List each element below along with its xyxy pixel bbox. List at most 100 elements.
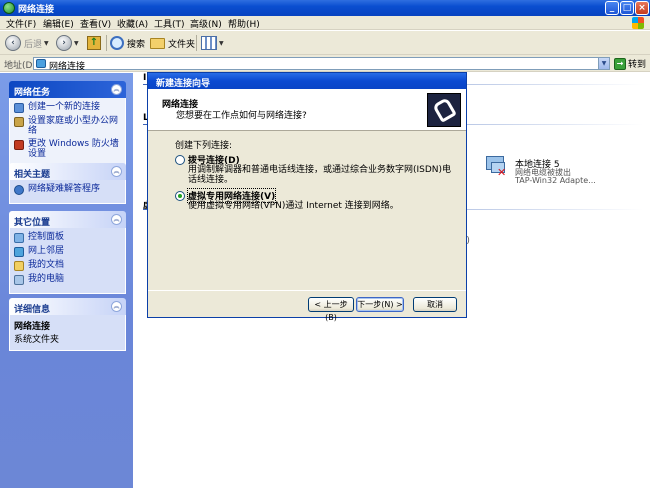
wizard-title-bar[interactable]: 新建连接向导	[148, 73, 466, 89]
new-connection-icon	[14, 103, 24, 113]
details-header[interactable]: 详细信息 ︽	[9, 298, 126, 315]
wizard-prompt: 创建下列连接:	[175, 141, 233, 151]
info-icon	[14, 185, 24, 195]
address-bar: 地址(D) 网络连接 ▼ → 转到	[0, 55, 650, 72]
place-my-documents-label: 我的文档	[28, 260, 65, 270]
forward-button[interactable]: › ▼	[56, 34, 79, 52]
task-pane: 网络任务 ︽ 创建一个新的连接 设置家庭或小型办公网络 更改 Windows 防…	[0, 73, 133, 488]
menu-favorites[interactable]: 收藏(A)	[117, 17, 148, 30]
menu-help[interactable]: 帮助(H)	[228, 17, 260, 30]
wizard-header: 网络连接 您想要在工作点如何与网络连接?	[148, 89, 466, 131]
other-places-panel: 其它位置 ︽ 控制面板 网上邻居 我的文档 我的电脑	[9, 211, 126, 294]
place-control-panel-label: 控制面板	[28, 232, 65, 242]
minimize-button[interactable]: _	[605, 1, 619, 15]
chevron-down-icon: ▼	[219, 39, 224, 47]
other-places-body: 控制面板 网上邻居 我的文档 我的电脑	[9, 228, 126, 294]
place-network-places-label: 网上邻居	[28, 246, 65, 256]
collapse-icon[interactable]: ︽	[111, 166, 122, 177]
place-network-places[interactable]: 网上邻居	[14, 246, 121, 257]
network-connections-icon	[3, 2, 15, 14]
wizard-title: 新建连接向导	[156, 79, 211, 89]
wizard-body: 创建下列连接: 拨号连接(D) 用调制解调器和普通电话线连接，或通过综合业务数字…	[148, 132, 466, 292]
forward-arrow-icon: ›	[56, 35, 72, 51]
menu-advanced[interactable]: 高级(N)	[190, 17, 222, 30]
network-places-icon	[14, 247, 24, 257]
collapse-icon[interactable]: ︽	[111, 84, 122, 95]
collapse-icon[interactable]: ︽	[111, 214, 122, 225]
search-icon	[110, 36, 124, 50]
folders-label: 文件夹	[168, 39, 196, 50]
toolbar-separator	[106, 35, 107, 51]
network-tasks-header[interactable]: 网络任务 ︽	[9, 81, 126, 98]
task-troubleshooter-label: 网络疑难解答程序	[28, 184, 101, 194]
task-firewall-label: 更改 Windows 防火墙设置	[28, 139, 119, 159]
collapse-icon[interactable]: ︽	[111, 301, 122, 312]
next-button[interactable]: 下一步(N) >	[356, 297, 404, 312]
up-arrow-icon: ↑	[87, 36, 101, 50]
my-documents-icon	[14, 261, 24, 271]
see-also-header[interactable]: 相关主题 ︽	[9, 163, 126, 180]
task-create-connection[interactable]: 创建一个新的连接	[14, 102, 121, 113]
network-tasks-title: 网络任务	[14, 88, 51, 98]
network-folder-icon	[36, 59, 46, 68]
network-tasks-panel: 网络任务 ︽ 创建一个新的连接 设置家庭或小型办公网络 更改 Windows 防…	[9, 81, 126, 168]
see-also-body: 网络疑难解答程序	[9, 180, 126, 204]
windows-logo-icon	[632, 17, 644, 29]
wizard-subheading: 您想要在工作点如何与网络连接?	[176, 111, 307, 121]
folders-button[interactable]: 文件夹	[150, 34, 195, 52]
control-panel-icon	[14, 233, 24, 243]
details-title: 详细信息	[14, 305, 51, 315]
connection-device: TAP-Win32 Adapte...	[515, 176, 596, 185]
toolbar-separator	[196, 35, 197, 51]
maximize-button[interactable]: □	[620, 1, 634, 15]
cancel-button[interactable]: 取消	[413, 297, 457, 312]
local-connection-icon[interactable]: ✕	[483, 156, 509, 179]
place-my-computer[interactable]: 我的电脑	[14, 274, 121, 285]
menu-view[interactable]: 查看(V)	[80, 17, 111, 30]
new-connection-wizard: 新建连接向导 网络连接 您想要在工作点如何与网络连接? 创建下列连接: 拨号连接…	[147, 72, 467, 322]
see-also-panel: 相关主题 ︽ 网络疑难解答程序	[9, 163, 126, 204]
menu-tools[interactable]: 工具(T)	[154, 17, 185, 30]
back-button[interactable]: ‹ 后退 ▼	[5, 34, 49, 52]
wizard-footer-divider	[148, 290, 466, 291]
see-also-title: 相关主题	[14, 170, 51, 180]
address-value: 网络连接	[49, 62, 86, 72]
chevron-down-icon: ▼	[44, 39, 49, 47]
vpn-description: 使用虚拟专用网络(VPN)通过 Internet 连接到网络。	[188, 201, 399, 211]
go-arrow-icon: →	[614, 57, 626, 70]
disconnected-x-icon: ✕	[497, 166, 507, 179]
search-label: 搜索	[127, 39, 146, 50]
address-input[interactable]: 网络连接 ▼	[33, 57, 610, 72]
home-network-icon	[14, 117, 24, 127]
go-button[interactable]: → 转到	[614, 57, 646, 70]
firewall-icon	[14, 140, 24, 150]
dialup-description: 用调制解调器和普通电话线连接，或通过综合业务数字网(ISDN)电话线连接。	[188, 165, 452, 185]
details-type: 系统文件夹	[14, 335, 60, 345]
toolbar: ‹ 后退 ▼ › ▼ ↑ 搜索 文件夹 ▼	[0, 31, 650, 55]
task-home-network[interactable]: 设置家庭或小型办公网络	[14, 116, 121, 136]
details-panel: 详细信息 ︽ 网络连接 系统文件夹	[9, 298, 126, 351]
place-control-panel[interactable]: 控制面板	[14, 232, 121, 243]
views-button[interactable]: ▼	[201, 34, 224, 52]
task-create-connection-label: 创建一个新的连接	[28, 102, 101, 112]
back-button-wizard[interactable]: < 上一步(B)	[308, 297, 354, 322]
back-arrow-icon: ‹	[5, 35, 21, 51]
search-button[interactable]: 搜索	[110, 34, 145, 52]
other-places-title: 其它位置	[14, 218, 51, 228]
menu-edit[interactable]: 编辑(E)	[43, 17, 74, 30]
folder-icon	[150, 37, 165, 49]
address-dropdown-button[interactable]: ▼	[598, 58, 609, 69]
task-firewall[interactable]: 更改 Windows 防火墙设置	[14, 139, 121, 159]
task-home-network-label: 设置家庭或小型办公网络	[28, 116, 119, 136]
views-icon	[201, 36, 217, 50]
other-places-header[interactable]: 其它位置 ︽	[9, 211, 126, 228]
up-folder-button[interactable]: ↑	[87, 34, 101, 52]
vpn-radio[interactable]	[175, 190, 185, 201]
dialup-radio[interactable]	[175, 154, 185, 165]
phone-handset-icon	[432, 97, 457, 123]
menu-file[interactable]: 文件(F)	[6, 17, 36, 30]
close-button[interactable]: ×	[635, 1, 649, 15]
place-my-documents[interactable]: 我的文档	[14, 260, 121, 271]
task-troubleshooter[interactable]: 网络疑难解答程序	[14, 184, 121, 195]
details-body: 网络连接 系统文件夹	[9, 315, 126, 351]
